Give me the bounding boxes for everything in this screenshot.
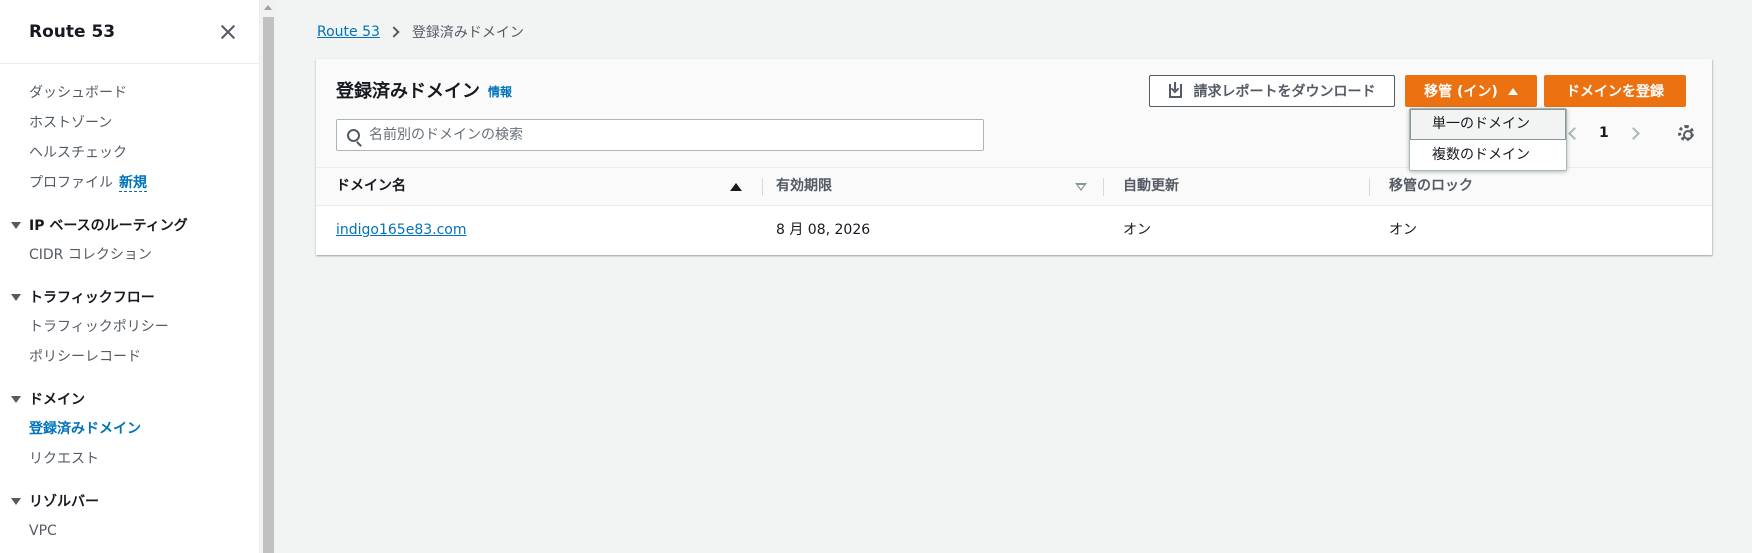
chevron-right-icon[interactable]	[1626, 126, 1640, 140]
sidebar-item-policy-records[interactable]: ポリシーレコード	[0, 342, 259, 372]
transfer-dropdown-menu: 単一のドメイン 複数のドメイン	[1409, 108, 1567, 171]
breadcrumb-route53-link[interactable]: Route 53	[317, 24, 380, 40]
column-header-expiration[interactable]: 有効期限	[776, 168, 832, 205]
chevron-right-icon	[388, 26, 400, 38]
download-icon	[1168, 82, 1182, 98]
register-button-label: ドメインを登録	[1566, 84, 1664, 100]
sidebar-section-label: IP ベースのルーティング	[29, 218, 188, 234]
sidebar-section-resolver[interactable]: リゾルバー	[0, 486, 259, 516]
scrollbar-thumb[interactable]	[263, 17, 274, 553]
transfer-lock-cell: オン	[1389, 222, 1417, 238]
auto-renew-cell: オン	[1123, 222, 1151, 238]
sort-ascending-icon[interactable]	[730, 183, 742, 191]
transfer-button-label: 移管 (イン)	[1424, 84, 1498, 100]
scroll-up-arrow-icon[interactable]	[264, 5, 272, 10]
sidebar-section-label: ドメイン	[29, 392, 85, 408]
caret-down-icon	[11, 221, 21, 229]
sidebar-nav: ダッシュボード ホストゾーン ヘルスチェック プロファイル 新規 IP ベースのル…	[0, 64, 259, 546]
caret-down-icon	[11, 497, 21, 505]
download-button-label: 請求レポートをダウンロード	[1193, 84, 1376, 100]
sidebar-section-ip-routing[interactable]: IP ベースのルーティング	[0, 210, 259, 240]
sort-descending-icon[interactable]	[1075, 183, 1087, 191]
page-title: 登録済みドメイン	[336, 81, 480, 102]
domain-name-link[interactable]: indigo165e83.com	[336, 206, 467, 255]
sidebar-item-health-checks[interactable]: ヘルスチェック	[0, 138, 259, 168]
sidebar-item-vpcs[interactable]: VPC	[0, 516, 259, 546]
side-navigation: Route 53 ダッシュボード ホストゾーン ヘルスチェック プロファイル 新規…	[0, 0, 260, 553]
new-badge: 新規	[119, 175, 147, 192]
gear-icon[interactable]	[1678, 125, 1694, 141]
sidebar-section-label: リゾルバー	[29, 494, 99, 510]
sidebar-section-label: トラフィックフロー	[29, 290, 155, 306]
page-number[interactable]: 1	[1599, 125, 1609, 141]
search-input[interactable]	[369, 127, 969, 143]
sidebar-item-cidr-collections[interactable]: CIDR コレクション	[0, 240, 259, 270]
transfer-in-button[interactable]: 移管 (イン)	[1405, 75, 1537, 107]
column-divider	[762, 178, 763, 196]
breadcrumb-current: 登録済みドメイン	[411, 25, 524, 41]
sidebar-section-domains[interactable]: ドメイン	[0, 384, 259, 414]
search-icon	[347, 128, 360, 142]
menu-item-single-domain[interactable]: 単一のドメイン	[1410, 109, 1566, 140]
column-divider	[1369, 178, 1370, 196]
register-domain-button[interactable]: ドメインを登録	[1544, 75, 1686, 107]
info-link[interactable]: 情報	[488, 83, 512, 100]
sidebar-item-hosted-zones[interactable]: ホストゾーン	[0, 108, 259, 138]
table-row: indigo165e83.com 8 月 08, 2026 オン オン	[316, 206, 1712, 255]
sidebar-item-registered-domains[interactable]: 登録済みドメイン	[0, 414, 259, 444]
menu-item-multiple-domains[interactable]: 複数のドメイン	[1410, 140, 1566, 171]
caret-down-icon	[11, 293, 21, 301]
chevron-left-icon[interactable]	[1568, 126, 1581, 140]
table-header: ドメイン名 有効期限 自動更新 移管のロック	[316, 167, 1712, 206]
sidebar-item-dashboard[interactable]: ダッシュボード	[0, 78, 259, 108]
sidebar-scrollbar[interactable]	[261, 0, 276, 553]
sidebar-item-requests[interactable]: リクエスト	[0, 444, 259, 474]
breadcrumb: Route 53 登録済みドメイン	[317, 22, 524, 42]
column-header-auto-renew[interactable]: 自動更新	[1123, 168, 1179, 205]
caret-down-icon	[11, 395, 21, 403]
sidebar-section-traffic-flow[interactable]: トラフィックフロー	[0, 282, 259, 312]
column-divider	[1103, 178, 1104, 196]
sidebar-title: Route 53	[29, 21, 116, 42]
sidebar-item-label: プロファイル	[29, 175, 113, 191]
expiration-cell: 8 月 08, 2026	[776, 222, 871, 238]
close-icon[interactable]	[219, 23, 237, 41]
search-field[interactable]	[336, 119, 984, 151]
sidebar-item-traffic-policies[interactable]: トラフィックポリシー	[0, 312, 259, 342]
caret-up-icon	[1507, 87, 1518, 95]
download-billing-report-button[interactable]: 請求レポートをダウンロード	[1149, 75, 1395, 107]
column-header-transfer-lock[interactable]: 移管のロック	[1389, 168, 1473, 205]
sidebar-header: Route 53	[0, 0, 259, 64]
column-header-domain-name[interactable]: ドメイン名	[336, 168, 406, 205]
pagination: 1	[1568, 125, 1640, 141]
sidebar-item-profiles[interactable]: プロファイル 新規	[0, 168, 259, 198]
